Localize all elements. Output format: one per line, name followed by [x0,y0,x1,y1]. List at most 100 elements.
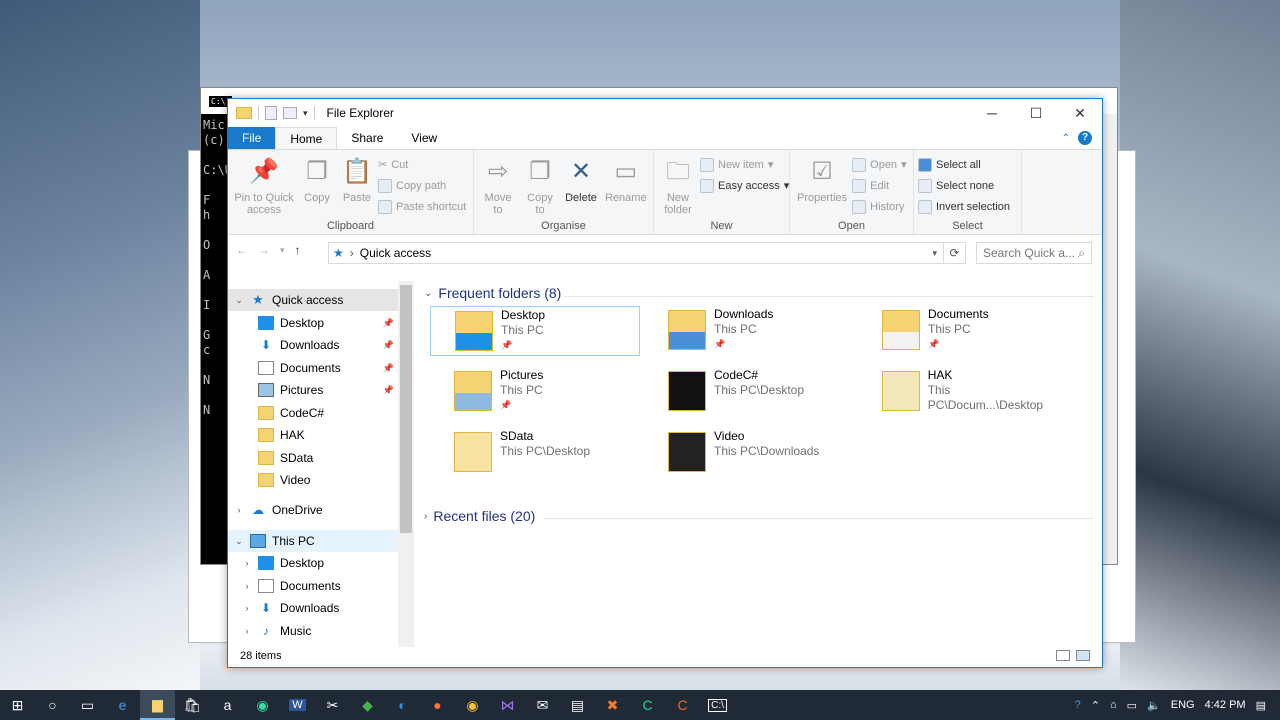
nav-item[interactable]: ⌄ ★ Quick access [228,289,398,311]
up-icon[interactable]: ↑ [295,243,301,257]
address-dropdown-icon[interactable]: ▾ [932,248,937,259]
large-icons-view-icon[interactable] [1076,650,1090,661]
nav-item[interactable]: Documents 📌 [228,357,398,379]
help-icon[interactable]: ? [1075,699,1081,711]
word-button[interactable]: W [280,690,315,720]
cmd-button[interactable]: C:\ [700,690,735,720]
properties-icon[interactable] [265,106,277,120]
notes-button[interactable]: ▤ [560,690,595,720]
address-bar[interactable]: ★ › Quick access ▾ [328,242,944,264]
recent-files-header[interactable]: › Recent files (20) [424,508,535,524]
mail-button[interactable]: ✉ [525,690,560,720]
nav-item[interactable]: HAK [228,424,398,446]
clock[interactable]: 4:42 PM [1205,699,1246,711]
frequent-folders-header[interactable]: ⌄ Frequent folders (8) [424,285,561,301]
forward-icon[interactable]: → [258,243,270,257]
cut-button[interactable]: ✂ Cut [378,156,466,173]
task-view-button[interactable]: ▭ [70,690,105,720]
qat-dropdown-icon[interactable]: ▾ [303,108,308,119]
search-input[interactable]: Search Quick a... ⌕ [976,242,1092,264]
back-icon[interactable]: ← [236,243,248,257]
paint-button[interactable]: ◆ [350,690,385,720]
help-icon[interactable]: ? [1078,131,1092,145]
chevron-down-icon[interactable]: ⌄ [234,536,244,547]
tab-share[interactable]: Share [337,127,397,149]
new-item-button[interactable]: New item ▾ [700,156,789,173]
nav-item[interactable]: CodeC# [228,402,398,424]
chevron-down-icon[interactable]: ⌄ [234,295,244,306]
volume-icon[interactable]: 🔈 [1147,699,1161,712]
edit-button[interactable]: Edit [852,177,906,194]
nav-item[interactable]: › ☁ OneDrive [228,499,398,521]
folder-tile[interactable]: Pictures This PC 📌 [430,367,640,417]
tab-view[interactable]: View [397,127,451,149]
invert-selection-button[interactable]: Invert selection [918,198,1010,215]
language-indicator[interactable]: ENG [1171,699,1195,711]
open-button[interactable]: Open ▾ [852,156,907,173]
collapse-ribbon-icon[interactable]: ⌃ [1062,133,1070,144]
snipping-tool-button[interactable]: ✂ [315,690,350,720]
folder-tile[interactable]: Downloads This PC 📌 [644,306,854,356]
search-button[interactable]: ○ [35,690,70,720]
tab-home[interactable]: Home [275,127,338,149]
breadcrumb[interactable]: Quick access [360,246,431,260]
tab-file[interactable]: File [228,127,276,149]
chrome-button[interactable]: ◉ [455,690,490,720]
titlebar[interactable]: ▾ File Explorer ─ ☐ ✕ [228,99,1102,127]
chevron-right-icon[interactable]: › [242,558,252,568]
chevron-right-icon[interactable]: › [234,505,244,515]
nav-item[interactable]: › Documents [228,575,398,597]
start-button[interactable]: ⊞ [0,690,35,720]
nav-scroll-thumb[interactable] [400,285,412,533]
refresh-button[interactable]: ⟳ [944,242,966,264]
tripadvisor-button[interactable]: ◉ [245,690,280,720]
visual-studio-button[interactable]: ⋈ [490,690,525,720]
folder-tile[interactable]: Desktop This PC 📌 [430,306,640,356]
chevron-right-icon[interactable]: › [242,581,252,591]
folder-tile[interactable]: HAK This PC\Docum...\Desktop [858,367,1068,417]
nav-item[interactable]: Pictures 📌 [228,379,398,401]
edge-button[interactable]: e [105,690,140,720]
folder-tile[interactable]: SData This PC\Desktop [430,428,640,478]
console-scrollbar[interactable] [1103,114,1117,564]
amazon-button[interactable]: a [210,690,245,720]
chevron-right-icon[interactable]: › [242,603,252,613]
select-none-button[interactable]: Select none [918,177,1010,194]
history-button[interactable]: History [852,198,906,215]
chevron-right-icon[interactable]: › [242,626,252,636]
network-icon[interactable]: ⌂ [1110,699,1117,711]
file-explorer-window[interactable]: ▾ File Explorer ─ ☐ ✕ File Home Share Vi… [227,98,1103,668]
firefox-button[interactable]: ● [420,690,455,720]
clion-button[interactable]: C [630,690,665,720]
copy-path-button[interactable]: Copy path [378,177,466,194]
recent-locations-icon[interactable]: ▾ [280,245,285,256]
details-view-icon[interactable] [1056,650,1070,661]
photos-button[interactable]: ◐ [385,690,420,720]
nav-item[interactable]: Desktop 📌 [228,312,398,334]
select-all-button[interactable]: Select all [918,156,1010,173]
easy-access-button[interactable]: Easy access ▾ [700,177,789,194]
folder-tile[interactable]: Documents This PC 📌 [858,306,1068,356]
notifications-icon[interactable]: ▤ [1256,699,1266,712]
xampp-button[interactable]: ✖ [595,690,630,720]
nav-item[interactable]: ⬇ Downloads 📌 [228,334,398,356]
folder-tile[interactable]: CodeC# This PC\Desktop [644,367,854,417]
nav-item[interactable]: Video [228,469,398,491]
file-explorer-button[interactable]: ▆ [140,690,175,720]
store-button[interactable]: 🛍 [175,690,210,720]
minimize-button[interactable]: ─ [970,99,1014,127]
new-folder-icon[interactable] [283,107,297,119]
nav-item[interactable]: ⌄ This PC [228,530,398,552]
nav-item[interactable]: › ♪ Music [228,620,398,642]
paste-shortcut-button[interactable]: Paste shortcut [378,198,466,215]
folder-tile[interactable]: Video This PC\Downloads [644,428,854,478]
nav-scrollbar[interactable] [398,281,414,647]
close-button[interactable]: ✕ [1058,99,1102,127]
chevron-up-icon[interactable]: ⌃ [1091,699,1100,712]
nav-item[interactable]: SData [228,447,398,469]
codeblocks-button[interactable]: C [665,690,700,720]
maximize-button[interactable]: ☐ [1014,99,1058,127]
battery-icon[interactable]: ▭ [1127,699,1137,712]
nav-item[interactable]: › ⬇ Downloads [228,597,398,619]
nav-item[interactable]: › Desktop [228,552,398,574]
